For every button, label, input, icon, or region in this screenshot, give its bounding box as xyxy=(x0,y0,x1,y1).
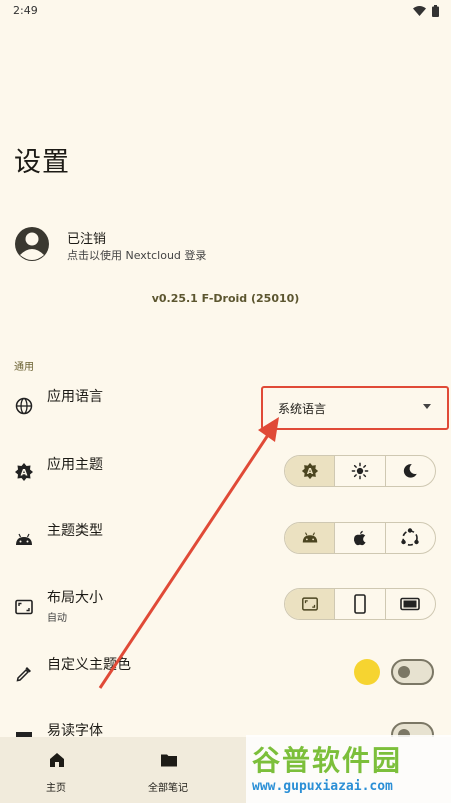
page-title: 设置 xyxy=(14,147,70,178)
toggle-knob xyxy=(398,666,410,678)
watermark-url: www.gupuxiazai.com xyxy=(252,779,393,794)
battery-icon xyxy=(432,5,439,17)
eyedropper-icon xyxy=(16,667,31,682)
theme-dark-button[interactable] xyxy=(384,456,435,486)
theme-color-swatch[interactable] xyxy=(354,659,380,685)
sun-icon xyxy=(351,462,369,480)
brightness-auto-icon: A xyxy=(15,463,33,481)
custom-color-toggle[interactable] xyxy=(391,659,434,685)
status-icons xyxy=(413,5,439,17)
svg-text:A: A xyxy=(21,469,28,479)
nav-home-label: 主页 xyxy=(46,783,66,794)
auto-a-icon: A xyxy=(301,462,318,480)
aspect-ratio-icon xyxy=(15,599,33,615)
account-name: 已注销 xyxy=(67,232,107,247)
phone-icon xyxy=(354,594,366,614)
auto-size-icon xyxy=(301,597,318,611)
moon-icon xyxy=(404,464,418,478)
version-label: v0.25.1 F-Droid (25010) xyxy=(151,292,300,305)
nextcloud-icon xyxy=(401,528,420,546)
section-header-general: 通用 xyxy=(14,362,34,373)
setting-title-theme-type: 主题类型 xyxy=(47,523,103,539)
avatar-icon xyxy=(15,227,49,261)
layout-phone-button[interactable] xyxy=(334,589,384,619)
home-icon xyxy=(50,753,64,767)
status-bar: 2:49 xyxy=(0,0,451,22)
setting-title-layout-size: 布局大小 xyxy=(47,590,103,606)
layout-size-segmented xyxy=(284,588,436,620)
folder-icon xyxy=(161,754,177,767)
status-time: 2:49 xyxy=(13,4,38,17)
nav-home[interactable]: 主页 xyxy=(0,737,112,803)
setting-title-theme: 应用主题 xyxy=(47,457,103,473)
account-row[interactable]: 已注销 点击以使用 Nextcloud 登录 xyxy=(14,222,434,272)
theme-type-android-button[interactable] xyxy=(285,523,335,553)
android-icon xyxy=(16,533,32,545)
watermark-logo: 谷普软件园 xyxy=(252,744,403,777)
tablet-icon xyxy=(400,597,421,611)
setting-title-custom-color: 自定义主题色 xyxy=(47,657,131,673)
language-dropdown-value: 系统语言 xyxy=(278,402,327,416)
svg-text:A: A xyxy=(307,466,314,476)
apple-icon xyxy=(353,530,366,546)
setting-row-custom-color: 自定义主题色 xyxy=(0,652,451,700)
globe-icon xyxy=(15,397,33,415)
theme-segmented: A xyxy=(284,455,436,487)
account-subtitle: 点击以使用 Nextcloud 登录 xyxy=(67,249,207,262)
theme-light-button[interactable] xyxy=(334,456,384,486)
theme-type-apple-button[interactable] xyxy=(334,523,384,553)
nav-all-notes-label: 全部笔记 xyxy=(148,783,188,794)
dropdown-arrow-icon xyxy=(423,404,431,409)
theme-type-nextcloud-button[interactable] xyxy=(384,523,435,553)
android-icon xyxy=(302,532,317,543)
setting-subtitle-layout-size: 自动 xyxy=(47,613,67,624)
theme-type-segmented xyxy=(284,522,436,554)
nav-all-notes[interactable]: 全部笔记 xyxy=(112,737,224,803)
layout-auto-button[interactable] xyxy=(285,589,335,619)
setting-title-language: 应用语言 xyxy=(47,389,103,405)
wifi-icon xyxy=(413,6,426,16)
layout-tablet-button[interactable] xyxy=(384,589,435,619)
language-dropdown[interactable]: 系统语言 xyxy=(261,386,449,430)
theme-auto-button[interactable]: A xyxy=(285,456,335,486)
watermark: 谷普软件园 www.gupuxiazai.com xyxy=(246,735,451,803)
